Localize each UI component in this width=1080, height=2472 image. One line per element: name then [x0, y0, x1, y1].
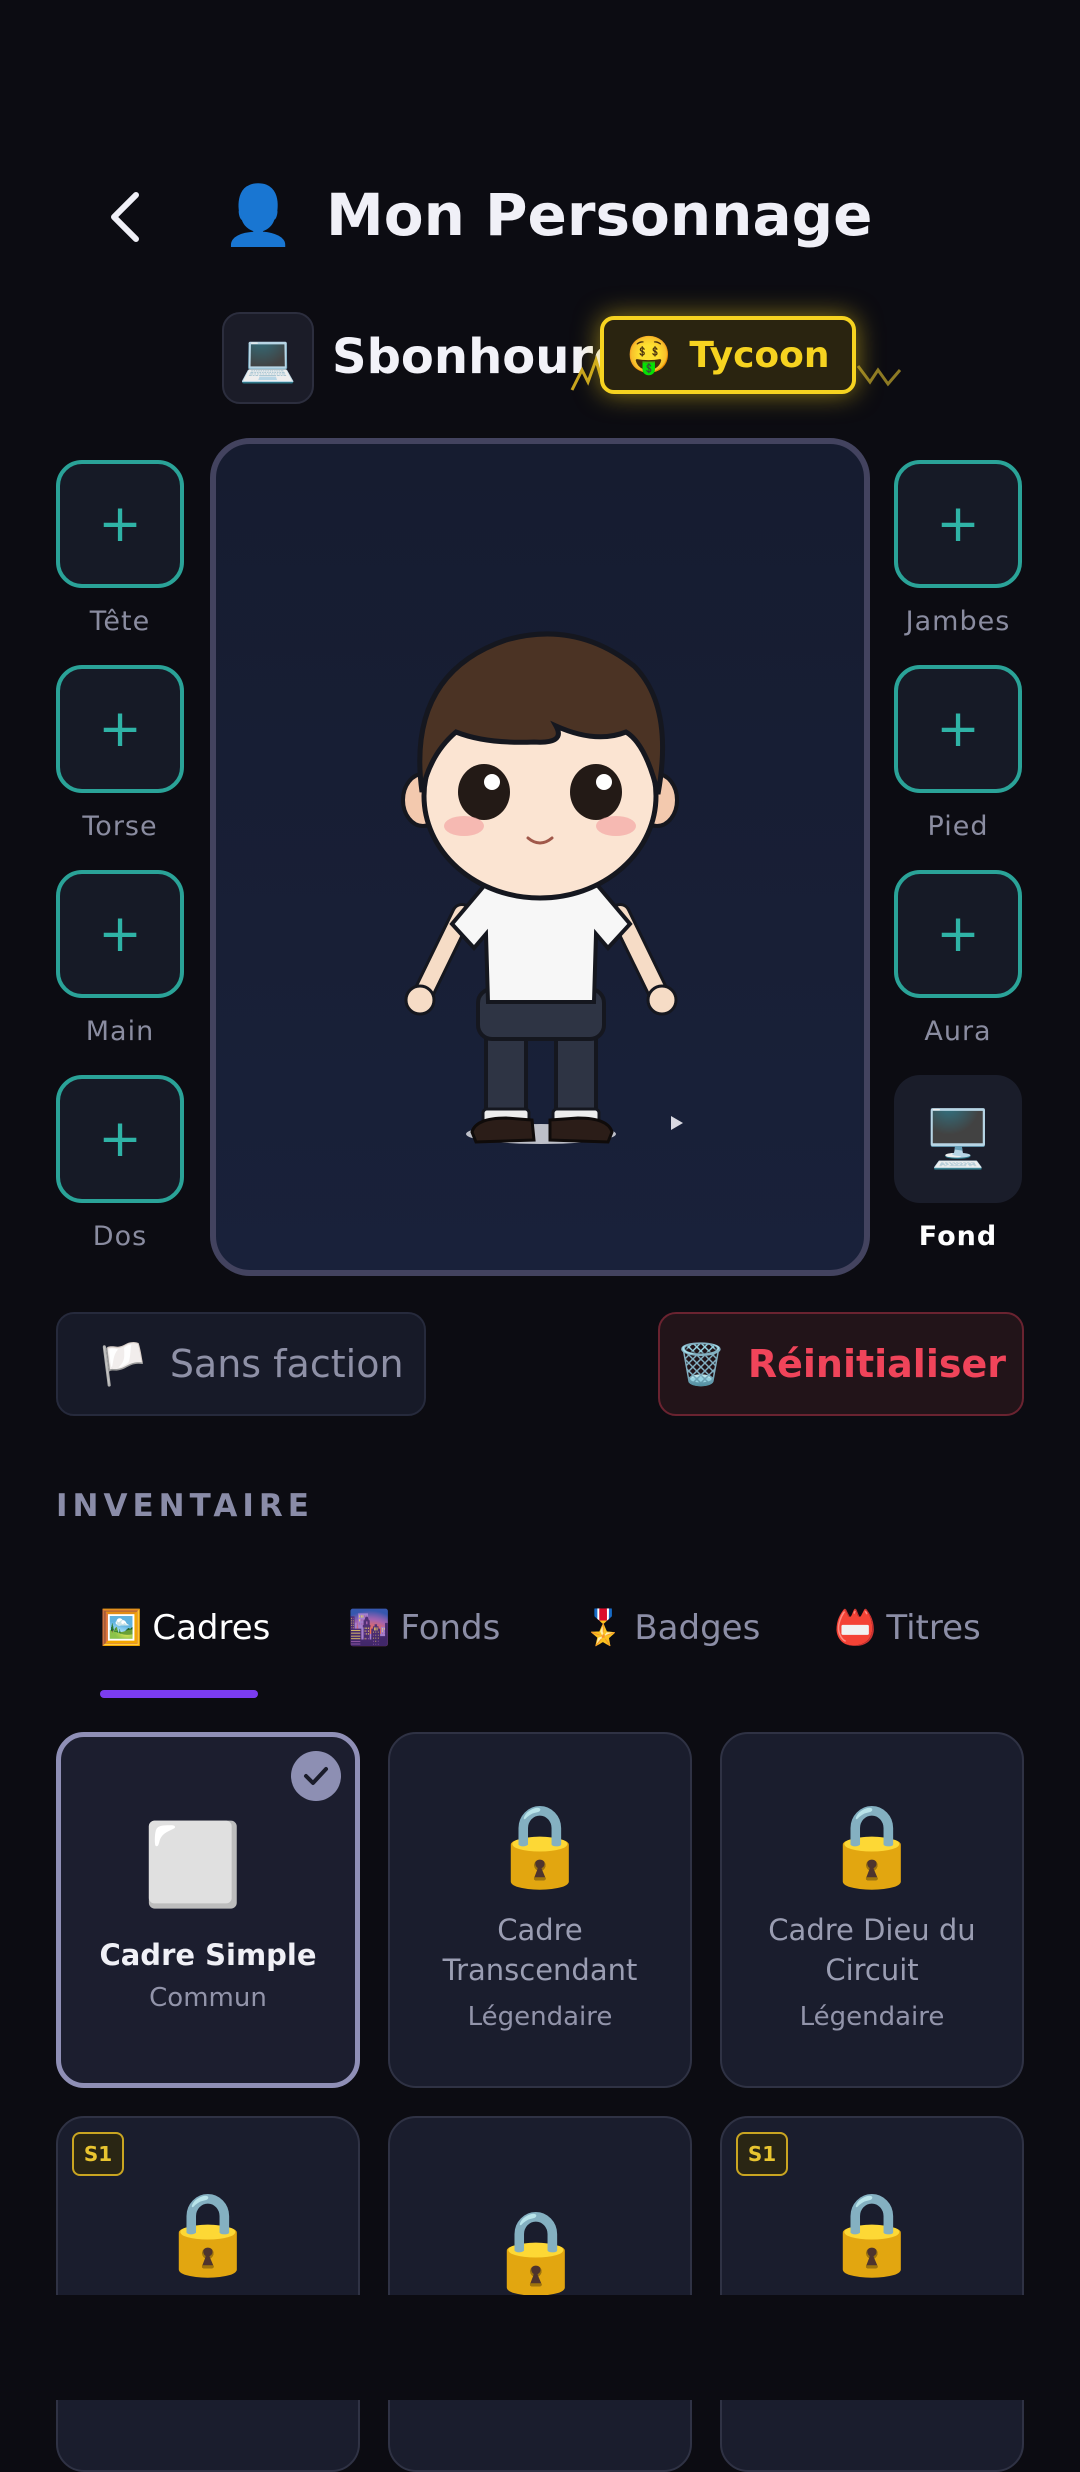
season-badge: S1	[736, 2132, 788, 2176]
slot-pied[interactable]: +	[894, 665, 1022, 793]
white-square-icon: ⬜	[143, 1818, 243, 1911]
tab-label: Cadres	[152, 1608, 271, 1648]
season-badge: S1	[72, 2132, 124, 2176]
bottom-edge	[0, 2295, 1080, 2400]
page-title: Mon Personnage	[326, 181, 873, 249]
tab-label: Titres	[886, 1608, 981, 1648]
slot-label: Tête	[89, 606, 151, 637]
title-badge-tycoon[interactable]: 🤑 Tycoon	[600, 316, 856, 394]
slot-dos[interactable]: +	[56, 1075, 184, 1203]
card-cadre-simple[interactable]: ⬜ Cadre Simple Commun	[56, 1732, 360, 2088]
inventory-heading: INVENTAIRE	[56, 1488, 314, 1524]
plus-icon: +	[936, 494, 980, 554]
tab-label: Fonds	[400, 1608, 501, 1648]
plus-icon: +	[98, 494, 142, 554]
card-name: Cadre Transcendant	[442, 1913, 638, 1987]
faction-label: Sans faction	[169, 1342, 404, 1386]
faction-button[interactable]: 🏳️ Sans faction	[56, 1312, 426, 1416]
card-locked[interactable]: S1 🔒	[720, 2116, 1024, 2472]
desktop-computer-icon: 🖥️	[923, 1107, 993, 1172]
checkmark-icon	[291, 1751, 341, 1801]
slot-label: Fond	[918, 1221, 998, 1252]
slot-label: Aura	[924, 1016, 992, 1047]
lock-icon: 🔒	[486, 2205, 586, 2298]
plus-icon: +	[936, 904, 980, 964]
money-face-icon: 🤑	[626, 335, 672, 376]
plus-icon: +	[98, 699, 142, 759]
slot-tete[interactable]: +	[56, 460, 184, 588]
slot-main[interactable]: +	[56, 870, 184, 998]
lock-icon: 🔒	[490, 1799, 590, 1892]
tab-cadres[interactable]: 🖼️ Cadres	[100, 1598, 270, 1658]
tab-badges[interactable]: 🎖️ Badges	[582, 1598, 760, 1658]
slot-label: Torse	[82, 811, 158, 842]
card-rarity: Commun	[149, 1983, 267, 2013]
slot-aura[interactable]: +	[894, 870, 1022, 998]
reset-button[interactable]: 🗑️ Réinitialiser	[658, 1312, 1024, 1416]
slot-torse[interactable]: +	[56, 665, 184, 793]
slot-label: Pied	[927, 811, 989, 842]
avatar-frame	[210, 438, 870, 1276]
card-cadre-transcendant[interactable]: 🔒 Cadre Transcendant Légendaire	[388, 1732, 692, 2088]
tab-label: Badges	[634, 1608, 761, 1648]
character-avatar	[401, 631, 683, 1144]
laptop-icon: 💻	[222, 312, 314, 404]
trash-icon: 🗑️	[676, 1341, 726, 1388]
card-name: Cadre Dieu du Circuit	[768, 1913, 976, 1987]
back-button[interactable]	[96, 182, 156, 252]
card-rarity: Légendaire	[467, 2002, 613, 2032]
card-name: Cadre Simple	[99, 1938, 317, 1972]
framed-picture-icon: 🖼️	[100, 1608, 143, 1648]
slot-label: Main	[85, 1016, 155, 1047]
lightning-spark-icon	[856, 365, 902, 387]
active-tab-indicator	[100, 1690, 258, 1698]
tab-fonds[interactable]: 🌆 Fonds	[348, 1598, 500, 1658]
plus-icon: +	[98, 904, 142, 964]
slot-fond[interactable]: 🖥️	[894, 1075, 1022, 1203]
card-locked[interactable]: 🔒	[388, 2116, 692, 2472]
plus-icon: +	[936, 699, 980, 759]
military-medal-icon: 🎖️	[582, 1608, 625, 1648]
title-badge-label: Tycoon	[689, 334, 830, 376]
chevron-left-icon	[111, 192, 139, 242]
lock-icon: 🔒	[822, 2187, 922, 2280]
slot-label: Dos	[92, 1221, 148, 1252]
lock-icon: 🔒	[158, 2187, 258, 2280]
slot-jambes[interactable]: +	[894, 460, 1022, 588]
card-cadre-dieu-du-circuit[interactable]: 🔒 Cadre Dieu du Circuit Légendaire	[720, 1732, 1024, 2088]
reset-label: Réinitialiser	[747, 1342, 1006, 1386]
tab-titres[interactable]: 📛 Titres	[834, 1598, 981, 1658]
card-rarity: Légendaire	[799, 2002, 945, 2032]
plus-icon: +	[98, 1109, 142, 1169]
name-badge-icon: 📛	[834, 1608, 877, 1648]
white-flag-icon: 🏳️	[98, 1341, 148, 1388]
card-locked[interactable]: S1 🔒	[56, 2116, 360, 2472]
city-dusk-icon: 🌆	[348, 1608, 391, 1648]
lock-icon: 🔒	[822, 1799, 922, 1892]
user-icon: 👤	[222, 181, 295, 249]
slot-label: Jambes	[905, 606, 1011, 637]
